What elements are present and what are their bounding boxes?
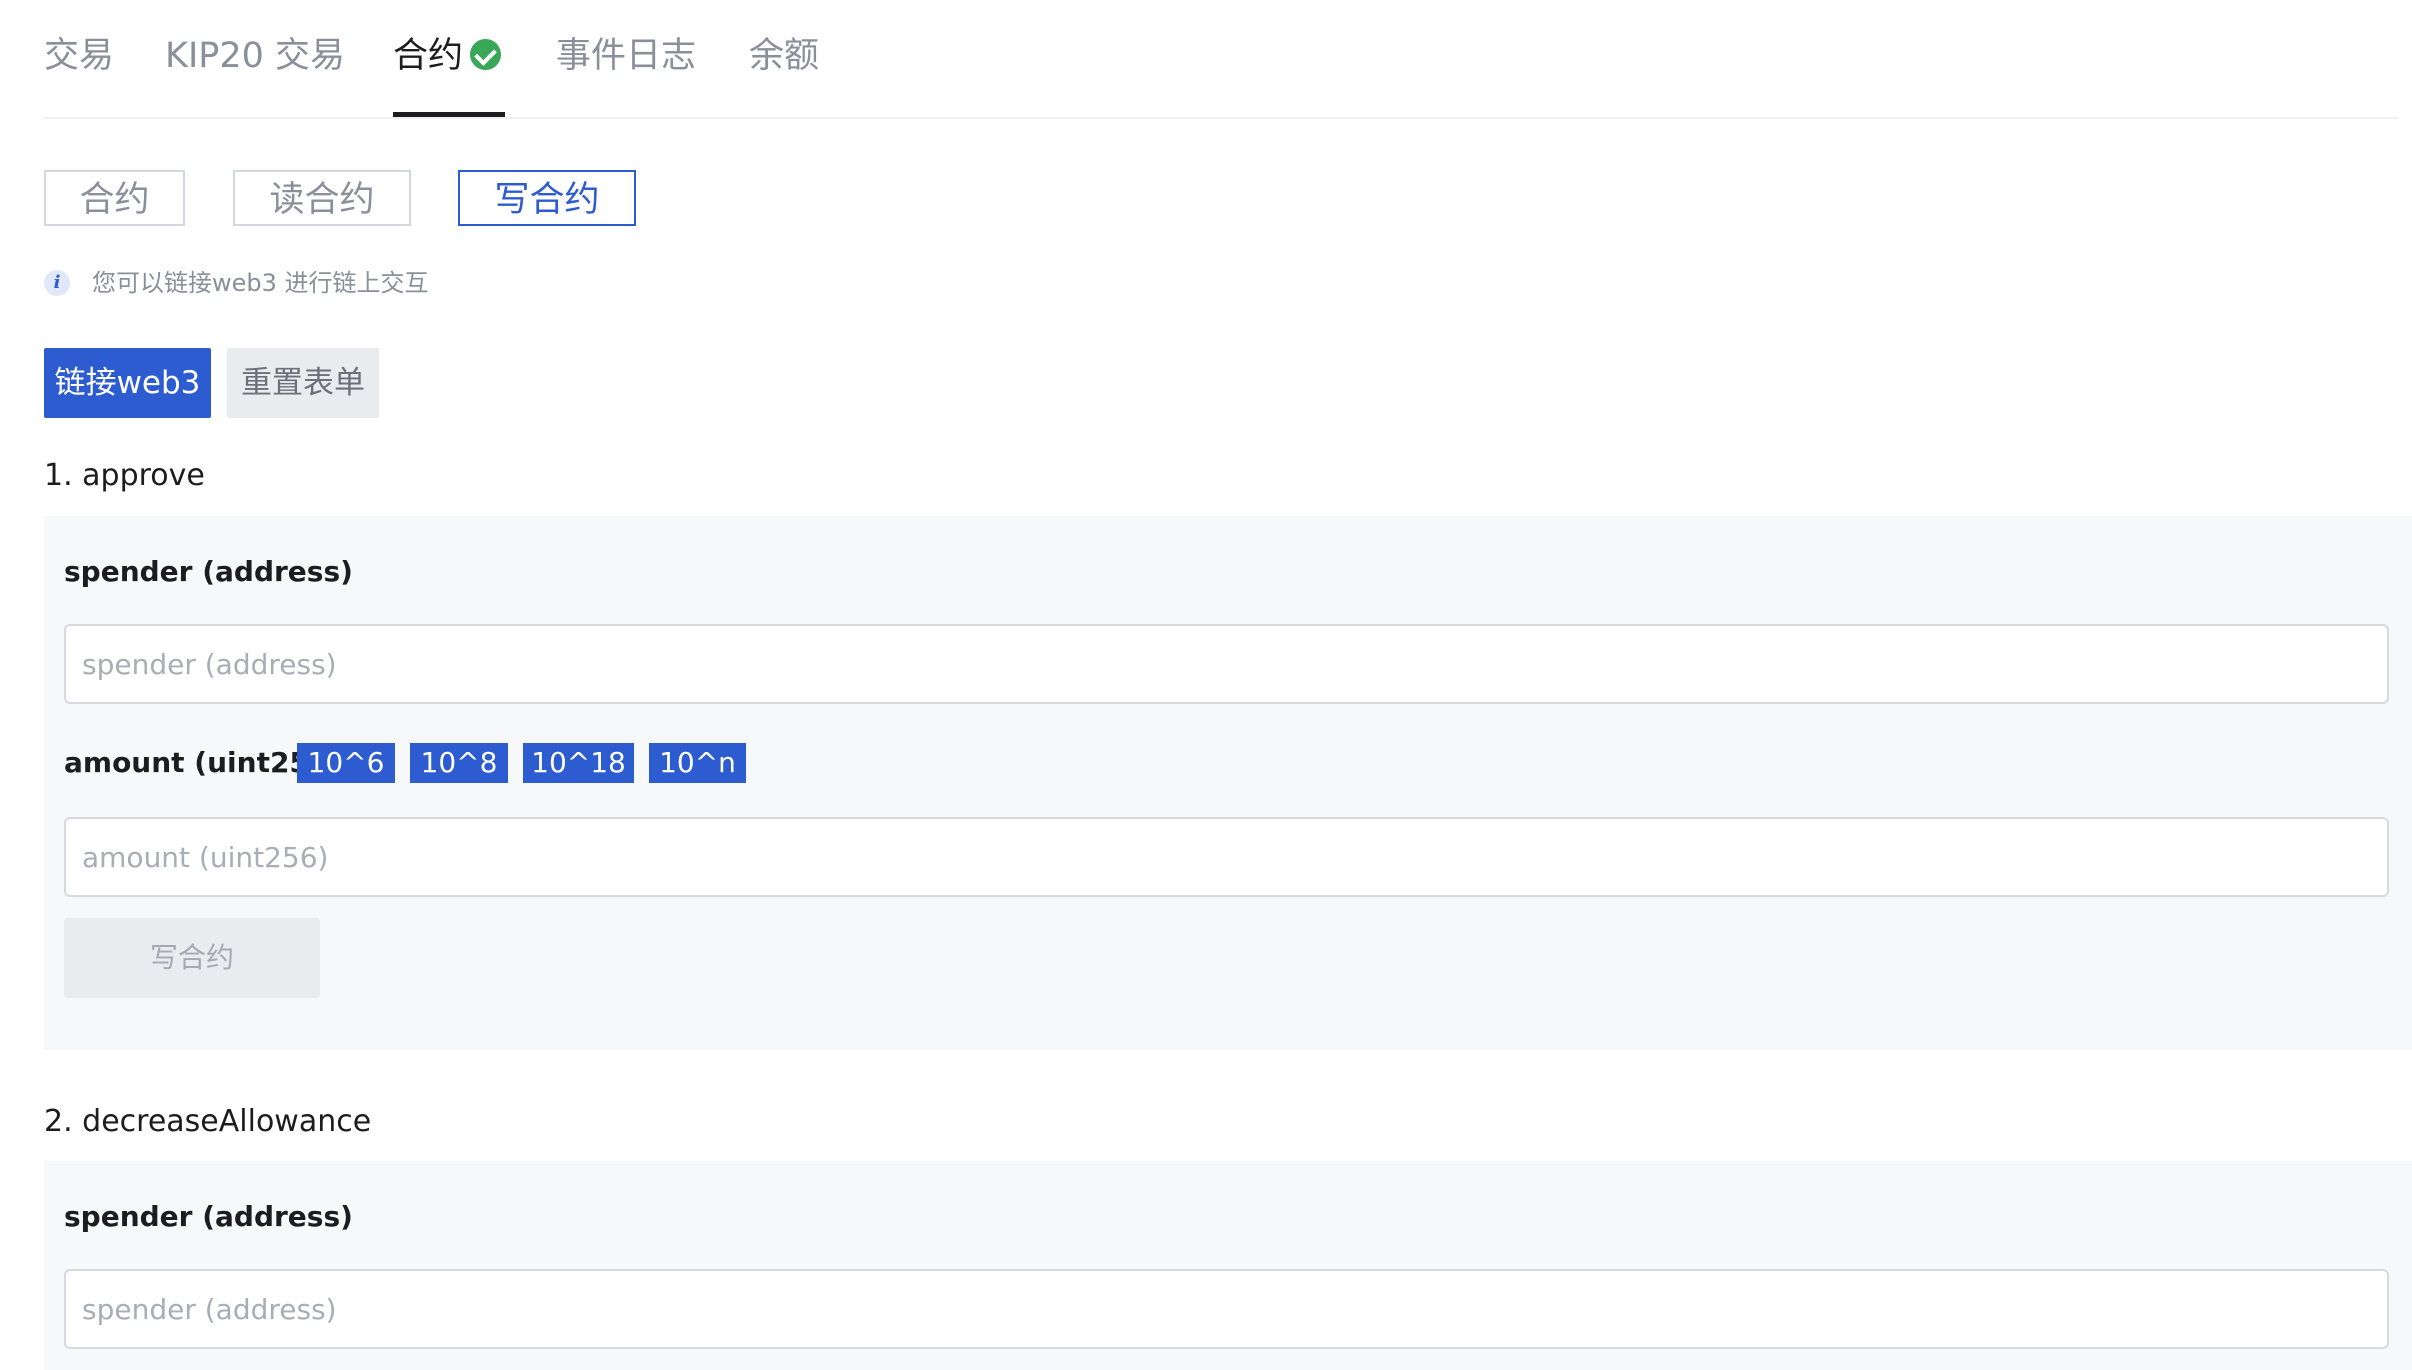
amount-input[interactable]: [64, 817, 2389, 897]
reset-form-button[interactable]: 重置表单: [227, 348, 379, 418]
check-circle-icon: [470, 38, 502, 70]
chip-10e8[interactable]: 10^8: [410, 743, 508, 783]
spender-label: spender (address): [64, 1200, 353, 1233]
top-tabs: 交易 KIP20 交易 合约 事件日志 余额: [44, 0, 2398, 119]
subtab-contract[interactable]: 合约: [44, 170, 185, 226]
tab-kip20-transactions[interactable]: KIP20 交易: [165, 28, 345, 84]
subtab-read-contract[interactable]: 读合约: [233, 170, 411, 226]
spender-input[interactable]: [64, 624, 2389, 704]
function-panel-approve: spender (address) amount (uint256) 10^6 …: [44, 516, 2412, 1050]
tab-contract-label: 合约: [393, 36, 464, 76]
info-icon: i: [44, 270, 70, 296]
info-text: 您可以链接web3 进行链上交互: [92, 269, 429, 297]
spender-input[interactable]: [64, 1269, 2389, 1349]
function-panel-decrease-allowance: spender (address): [44, 1161, 2412, 1370]
tab-contract[interactable]: 合约: [393, 28, 502, 84]
spender-label: spender (address): [64, 555, 353, 588]
chip-10e18[interactable]: 10^18: [523, 743, 634, 783]
write-contract-button[interactable]: 写合约: [64, 918, 320, 998]
chip-10e6[interactable]: 10^6: [297, 743, 395, 783]
chip-10en[interactable]: 10^n: [649, 743, 746, 783]
function-title-decrease-allowance: 2. decreaseAllowance: [44, 1104, 372, 1139]
function-title-approve: 1. approve: [44, 458, 205, 493]
subtab-write-contract[interactable]: 写合约: [458, 170, 636, 226]
contract-page: 交易 KIP20 交易 合约 事件日志 余额 合约 读合约 写合约 i 您可以链…: [0, 0, 2412, 1370]
active-tab-underline: [393, 112, 505, 117]
connect-web3-button[interactable]: 链接web3: [44, 348, 211, 418]
tab-transactions[interactable]: 交易: [44, 28, 114, 84]
tab-event-logs[interactable]: 事件日志: [556, 28, 696, 84]
tab-balance[interactable]: 余额: [749, 28, 819, 84]
